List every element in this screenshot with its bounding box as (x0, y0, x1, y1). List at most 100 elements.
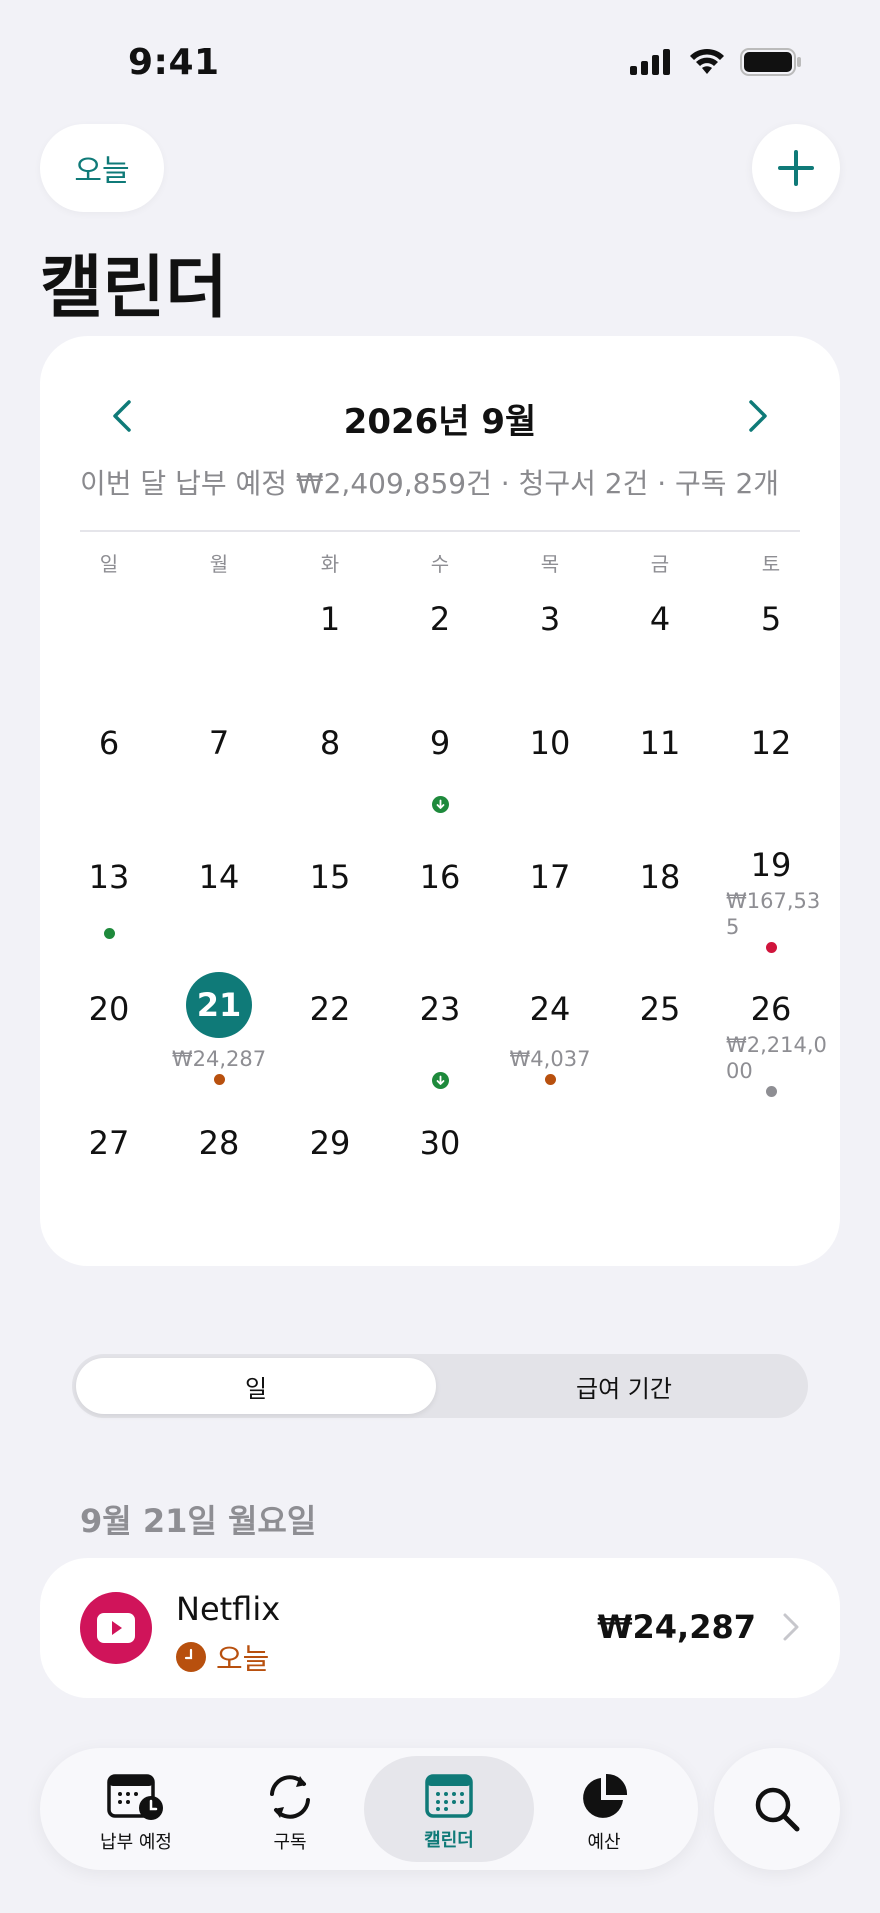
day-cell[interactable]: 11 (605, 724, 715, 762)
day-amount-line: 5 (726, 915, 740, 939)
day-cell[interactable]: 8 (275, 724, 385, 762)
day-amount-line: ₩167,53 (726, 889, 821, 913)
bill-status-text: 오늘 (216, 1642, 270, 1676)
day-number: 5 (760, 600, 782, 638)
tab-calendar[interactable]: 캘린더 (364, 1756, 534, 1862)
chevron-right-icon (783, 1613, 799, 1641)
netflix-logo (80, 1592, 152, 1664)
day-number: 29 (309, 1124, 351, 1162)
day-number: 4 (649, 600, 671, 638)
day-number: 2 (429, 600, 451, 638)
day-number: 13 (88, 858, 130, 896)
chevron-right-icon (749, 400, 767, 432)
day-cell[interactable]: 7 (164, 724, 274, 762)
day-cell[interactable]: 2 (385, 600, 495, 638)
next-month-button[interactable] (728, 386, 788, 446)
pending-dot (766, 1086, 777, 1097)
search-button[interactable] (714, 1748, 840, 1870)
pie-chart-icon (583, 1773, 628, 1818)
income-arrow-icon (432, 1072, 449, 1089)
tab-label: 캘린더 (424, 1830, 474, 1851)
tab-bar: 납부 예정 구독 캘린더 예산 (40, 1748, 698, 1870)
day-cell[interactable]: 5 (716, 600, 826, 638)
month-title: 2026년 9월 (343, 402, 537, 442)
day-amount: ₩2,214,0 00 (716, 1032, 827, 1084)
calendar-card: 2026년 9월 이번 달 납부 예정 ₩2,409,859건 · 청구서 2건… (40, 336, 840, 1266)
day-number: 20 (88, 990, 130, 1028)
day-cell[interactable]: 26 ₩2,214,0 00 (716, 990, 827, 1097)
day-number: 17 (529, 858, 571, 896)
bill-dot (766, 942, 777, 953)
day-cell[interactable]: 23 (385, 990, 495, 1089)
day-cell[interactable]: 22 (275, 990, 385, 1028)
day-number: 19 (750, 846, 792, 884)
day-cell[interactable]: 19 ₩167,53 5 (716, 846, 826, 953)
subscription-dot (545, 1074, 556, 1085)
day-number: 7 (208, 724, 230, 762)
day-cell[interactable]: 27 (54, 1124, 164, 1162)
day-cell[interactable]: 13 (54, 858, 164, 939)
calendar-header: 2026년 9월 (40, 386, 840, 446)
day-number: 12 (750, 724, 792, 762)
battery-icon (740, 48, 801, 76)
status-bar: 9:41 (0, 0, 880, 120)
day-cell[interactable]: 30 (385, 1124, 495, 1162)
calendar-clock-icon (107, 1774, 163, 1820)
add-button[interactable] (752, 124, 840, 212)
wifi-icon (690, 48, 724, 74)
page-title: 캘린더 (40, 249, 228, 328)
arrow-down-icon (436, 1075, 445, 1085)
day-cell[interactable]: 12 (716, 724, 826, 762)
day-amount: ₩24,287 (171, 1047, 267, 1071)
day-number: 14 (198, 858, 240, 896)
day-cell[interactable]: 3 (495, 600, 605, 638)
day-cell[interactable]: 4 (605, 600, 715, 638)
tab-upcoming-payments[interactable]: 납부 예정 (58, 1756, 214, 1862)
today-button[interactable]: 오늘 (40, 124, 164, 212)
day-cell[interactable]: 29 (275, 1124, 385, 1162)
day-cell[interactable]: 9 (385, 724, 495, 813)
weekday-fri: 금 (650, 552, 670, 576)
arrow-down-icon (436, 799, 445, 809)
day-cell[interactable]: 16 (385, 858, 495, 896)
day-number: 27 (88, 1124, 130, 1162)
tab-budget[interactable]: 예산 (526, 1756, 682, 1862)
status-time: 9:41 (128, 42, 220, 83)
day-cell[interactable]: 6 (54, 724, 164, 762)
refresh-icon (270, 1775, 310, 1819)
divider (80, 530, 800, 532)
weekday-tue: 화 (320, 552, 340, 576)
day-number: 23 (419, 990, 461, 1028)
day-cell[interactable]: 1 (275, 600, 385, 638)
day-cell[interactable]: 28 (164, 1124, 274, 1162)
tab-subscriptions[interactable]: 구독 (212, 1756, 368, 1862)
day-number: 30 (419, 1124, 461, 1162)
day-cell[interactable]: 18 (605, 858, 715, 896)
search-icon (755, 1787, 800, 1832)
status-icons (630, 48, 802, 76)
day-number: 9 (429, 724, 451, 762)
day-cell[interactable]: 15 (275, 858, 385, 896)
day-number: 18 (639, 858, 681, 896)
income-dot (104, 928, 115, 939)
day-number: 11 (639, 724, 681, 762)
segment-day[interactable]: 일 (76, 1358, 436, 1414)
day-cell[interactable]: 20 (54, 990, 164, 1028)
day-cell[interactable]: 14 (164, 858, 274, 896)
day-amount-line: ₩2,214,0 (726, 1033, 827, 1057)
day-number: 24 (529, 990, 571, 1028)
income-arrow-icon (432, 796, 449, 813)
tab-label: 예산 (587, 1832, 621, 1853)
day-number: 16 (419, 858, 461, 896)
day-amount: ₩167,53 5 (716, 888, 826, 940)
day-cell[interactable]: 25 (605, 990, 715, 1028)
weekday-mon: 월 (209, 552, 229, 576)
tab-label: 납부 예정 (100, 1832, 172, 1853)
day-cell[interactable]: 17 (495, 858, 605, 896)
bill-row-netflix[interactable]: Netflix 오늘 ₩24,287 (40, 1558, 840, 1698)
day-amount-line: 00 (726, 1059, 753, 1083)
segment-pay-period[interactable]: 급여 기간 (444, 1358, 804, 1414)
selected-date-heading: 9월 21일 월요일 (80, 1502, 317, 1540)
day-cell[interactable]: 10 (495, 724, 605, 762)
day-cell[interactable]: 24 ₩4,037 (495, 990, 605, 1085)
